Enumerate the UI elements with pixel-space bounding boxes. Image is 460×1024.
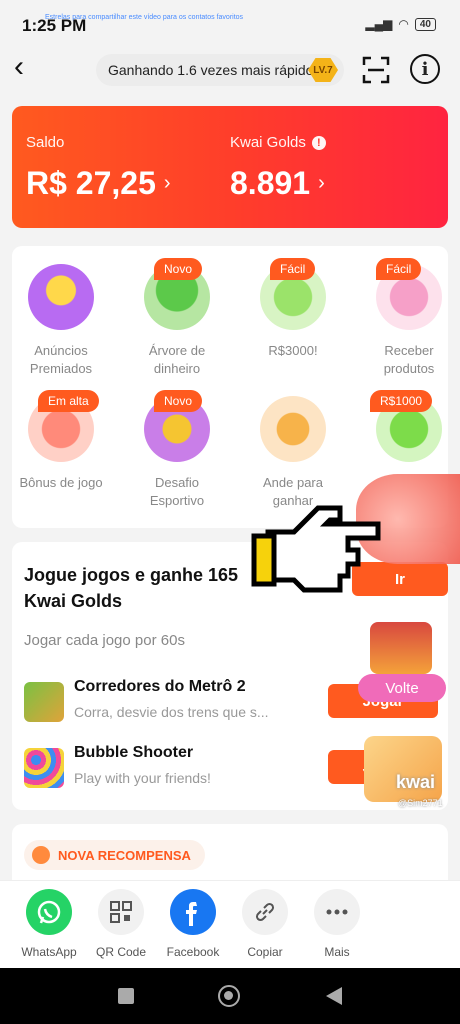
battery-icon: 40 <box>414 17 436 31</box>
saldo-label: Saldo <box>26 134 65 151</box>
task-anuncios-premiados[interactable]: Anúncios Premiados <box>16 246 116 376</box>
more-icon <box>314 889 360 935</box>
new-tag: Novo <box>154 390 203 412</box>
back-arrow-icon[interactable]: ‹ <box>14 52 44 84</box>
return-button[interactable]: Volte <box>358 674 446 702</box>
task-receber-produtos[interactable]: Fácil Receber produtos <box>364 246 460 376</box>
facebook-icon <box>170 889 216 935</box>
treasure-chest-icon[interactable] <box>370 622 432 674</box>
task-desafio-esportivo[interactable]: Novo Desafio Esportivo <box>132 378 232 508</box>
new-reward-label: NOVA RECOMPENSA <box>58 847 191 863</box>
share-label: WhatsApp <box>21 945 77 959</box>
info-icon[interactable]: i <box>410 54 440 84</box>
saldo-section[interactable]: Saldo R$ 27,25 › <box>26 134 171 202</box>
top-bar: ‹ Ganhando 1.6 vezes mais rápido LV.7 i <box>0 44 460 96</box>
share-copy-link[interactable]: Copiar <box>230 889 300 959</box>
game-name: Bubble Shooter <box>74 744 194 761</box>
game-name: Corredores do Metrô 2 <box>74 678 246 695</box>
share-label: QR Code <box>95 945 147 959</box>
task-label: Árvore de dinheiro <box>148 343 206 376</box>
task-arvore-dinheiro[interactable]: Novo Árvore de dinheiro <box>132 246 232 376</box>
earning-speed-text: Ganhando 1.6 vezes mais rápido <box>108 62 314 78</box>
signal-icon: ▂▄▆ <box>365 17 393 31</box>
game-desc: Play with your friends! <box>74 770 211 786</box>
recents-icon[interactable] <box>118 988 134 1004</box>
task-bonus-jogo[interactable]: Em alta Bônus de jogo <box>16 378 116 508</box>
games-subtitle: Jogar cada jogo por 60s <box>24 632 185 649</box>
chevron-right-icon: › <box>163 172 171 194</box>
status-bar: 1:25 PM Estrelas para compartilhar este … <box>0 0 460 44</box>
share-facebook[interactable]: Facebook <box>158 889 228 959</box>
task-label: Desafio Esportivo <box>149 475 205 508</box>
system-nav-bar <box>0 968 460 1024</box>
link-icon <box>242 889 288 935</box>
golds-section[interactable]: Kwai Golds ! 8.891 › <box>230 134 326 202</box>
easy-tag: Fácil <box>270 258 316 280</box>
share-label: Mais <box>324 945 350 959</box>
alert-icon[interactable]: ! <box>311 135 326 150</box>
task-label: Receber produtos <box>383 343 435 376</box>
new-reward-pill[interactable]: NOVA RECOMPENSA <box>24 840 205 870</box>
whatsapp-icon <box>26 889 72 935</box>
reward-tag: R$1000 <box>370 390 433 412</box>
walking-person-icon <box>260 396 326 462</box>
task-ande-ganhar[interactable]: Ande para ganhar <box>248 378 348 508</box>
kwai-watermark: kwai <box>396 772 436 792</box>
status-ticker: Estrelas para compartilhar este vídeo pa… <box>45 14 244 21</box>
balance-card: Saldo R$ 27,25 › Kwai Golds ! 8.891 › <box>12 106 448 228</box>
easy-tag: Fácil <box>376 258 422 280</box>
wifi-icon: ◠ <box>398 17 409 31</box>
golds-label: Kwai Golds <box>230 134 306 151</box>
game-desc: Corra, desvie dos trens que s... <box>74 704 269 720</box>
share-sheet: WhatsApp QR Code Facebook Copiar Mais <box>0 880 460 968</box>
task-label: Anúncios Premiados <box>29 343 93 376</box>
hot-tag: Em alta <box>38 390 99 412</box>
task-r3000[interactable]: Fácil R$3000! <box>248 246 348 376</box>
qr-code-icon <box>98 889 144 935</box>
money-bag-icon <box>32 846 50 864</box>
back-triangle-icon[interactable] <box>326 987 342 1005</box>
chevron-right-icon: › <box>318 172 325 194</box>
task-label: Bônus de jogo <box>19 475 103 490</box>
home-icon[interactable] <box>218 985 240 1007</box>
subway-game-icon <box>24 682 64 722</box>
ads-phone-icon <box>28 264 94 330</box>
new-tag: Novo <box>154 258 203 280</box>
share-more[interactable]: Mais <box>302 889 372 959</box>
scan-icon[interactable] <box>362 56 390 84</box>
share-whatsapp[interactable]: WhatsApp <box>14 889 84 959</box>
task-label: R$3000! <box>268 343 318 358</box>
golds-value: 8.891 <box>230 165 311 201</box>
share-label: Facebook <box>166 945 220 959</box>
status-icons: ▂▄▆ ◠ 40 <box>365 17 436 31</box>
bubble-game-icon <box>24 748 64 788</box>
earning-speed-pill[interactable]: Ganhando 1.6 vezes mais rápido LV.7 <box>96 54 344 86</box>
kwai-user-id: @Sim2771 <box>398 798 443 808</box>
share-label: Copiar <box>247 945 283 959</box>
pointing-hand-icon <box>251 505 381 593</box>
share-qr-code[interactable]: QR Code <box>86 889 156 959</box>
games-title: Jogue jogos e ganhe 165 Kwai Golds <box>24 565 239 611</box>
saldo-value: R$ 27,25 <box>26 165 156 201</box>
